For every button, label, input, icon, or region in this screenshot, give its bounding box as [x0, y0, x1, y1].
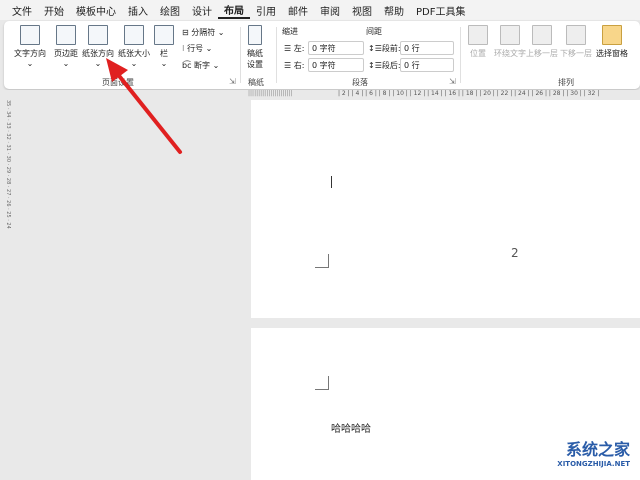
red-arrow-annotation: [106, 58, 182, 154]
watermark: 系统之家 XITONGZHIJIA.NET: [557, 436, 630, 468]
watermark-url: XITONGZHIJIA.NET: [557, 460, 630, 468]
watermark-name: 系统之家: [565, 440, 630, 459]
